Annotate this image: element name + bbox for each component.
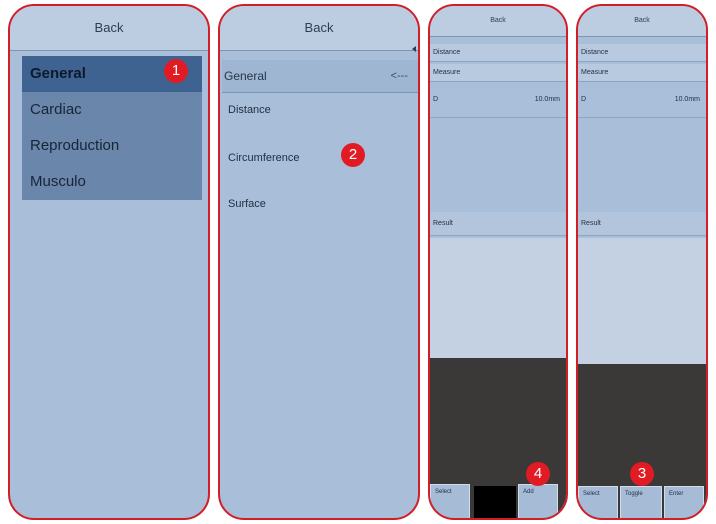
list-item-circumference[interactable]: Circumference [228, 152, 300, 164]
measure-row[interactable]: Measure [578, 64, 706, 82]
back-button[interactable]: Back [578, 6, 706, 37]
select-button[interactable]: Select [430, 484, 470, 518]
menu-item-reproduction[interactable]: Reproduction [22, 128, 202, 164]
back-arrow-icon[interactable]: <--- [391, 60, 408, 92]
back-button[interactable]: Back [10, 6, 208, 51]
empty-button-slot [474, 486, 516, 518]
result-area [430, 238, 566, 358]
list-item-surface[interactable]: Surface [228, 198, 266, 210]
result-area [578, 238, 706, 364]
panel-measurement-list: Back General <--- Distance Circumference… [218, 4, 420, 520]
panel-exam-type-menu: Back General Cardiac Reproduction Muscul… [8, 4, 210, 520]
callout-badge-1: 1 [164, 59, 188, 83]
distance-row[interactable]: Distance [578, 44, 706, 62]
d-label: D [433, 96, 439, 103]
measurement-value-row: D 10.0mm [578, 88, 706, 118]
menu-item-cardiac[interactable]: Cardiac [22, 92, 202, 128]
d-label: D [581, 96, 587, 103]
measurement-value-row: D 10.0mm [430, 88, 566, 118]
collapse-notch-icon [412, 46, 416, 52]
select-button[interactable]: Select [578, 486, 618, 518]
list-item-distance[interactable]: Distance [228, 104, 271, 116]
enter-button[interactable]: Enter [664, 486, 704, 518]
distance-row[interactable]: Distance [430, 44, 566, 62]
category-header[interactable]: General <--- [222, 60, 418, 93]
category-title: General [224, 69, 267, 83]
d-value: 10.0mm [674, 96, 700, 103]
callout-badge-3: 3 [630, 462, 654, 486]
panel-measure-screen-toggle: Back Distance Measure D 10.0mm Result Se… [576, 4, 708, 520]
panel-measure-screen-add: Back Distance Measure D 10.0mm Result Se… [428, 4, 568, 520]
measure-row[interactable]: Measure [430, 64, 566, 82]
callout-badge-4: 4 [526, 462, 550, 486]
callout-badge-2: 2 [341, 143, 365, 167]
back-button[interactable]: Back [430, 6, 566, 37]
toggle-button[interactable]: Toggle [620, 486, 662, 518]
result-row: Result [430, 212, 566, 236]
d-value: 10.0mm [534, 96, 560, 103]
menu-item-musculo[interactable]: Musculo [22, 164, 202, 200]
result-row: Result [578, 212, 706, 236]
back-button[interactable]: Back [220, 6, 418, 51]
add-button[interactable]: Add [518, 484, 558, 518]
